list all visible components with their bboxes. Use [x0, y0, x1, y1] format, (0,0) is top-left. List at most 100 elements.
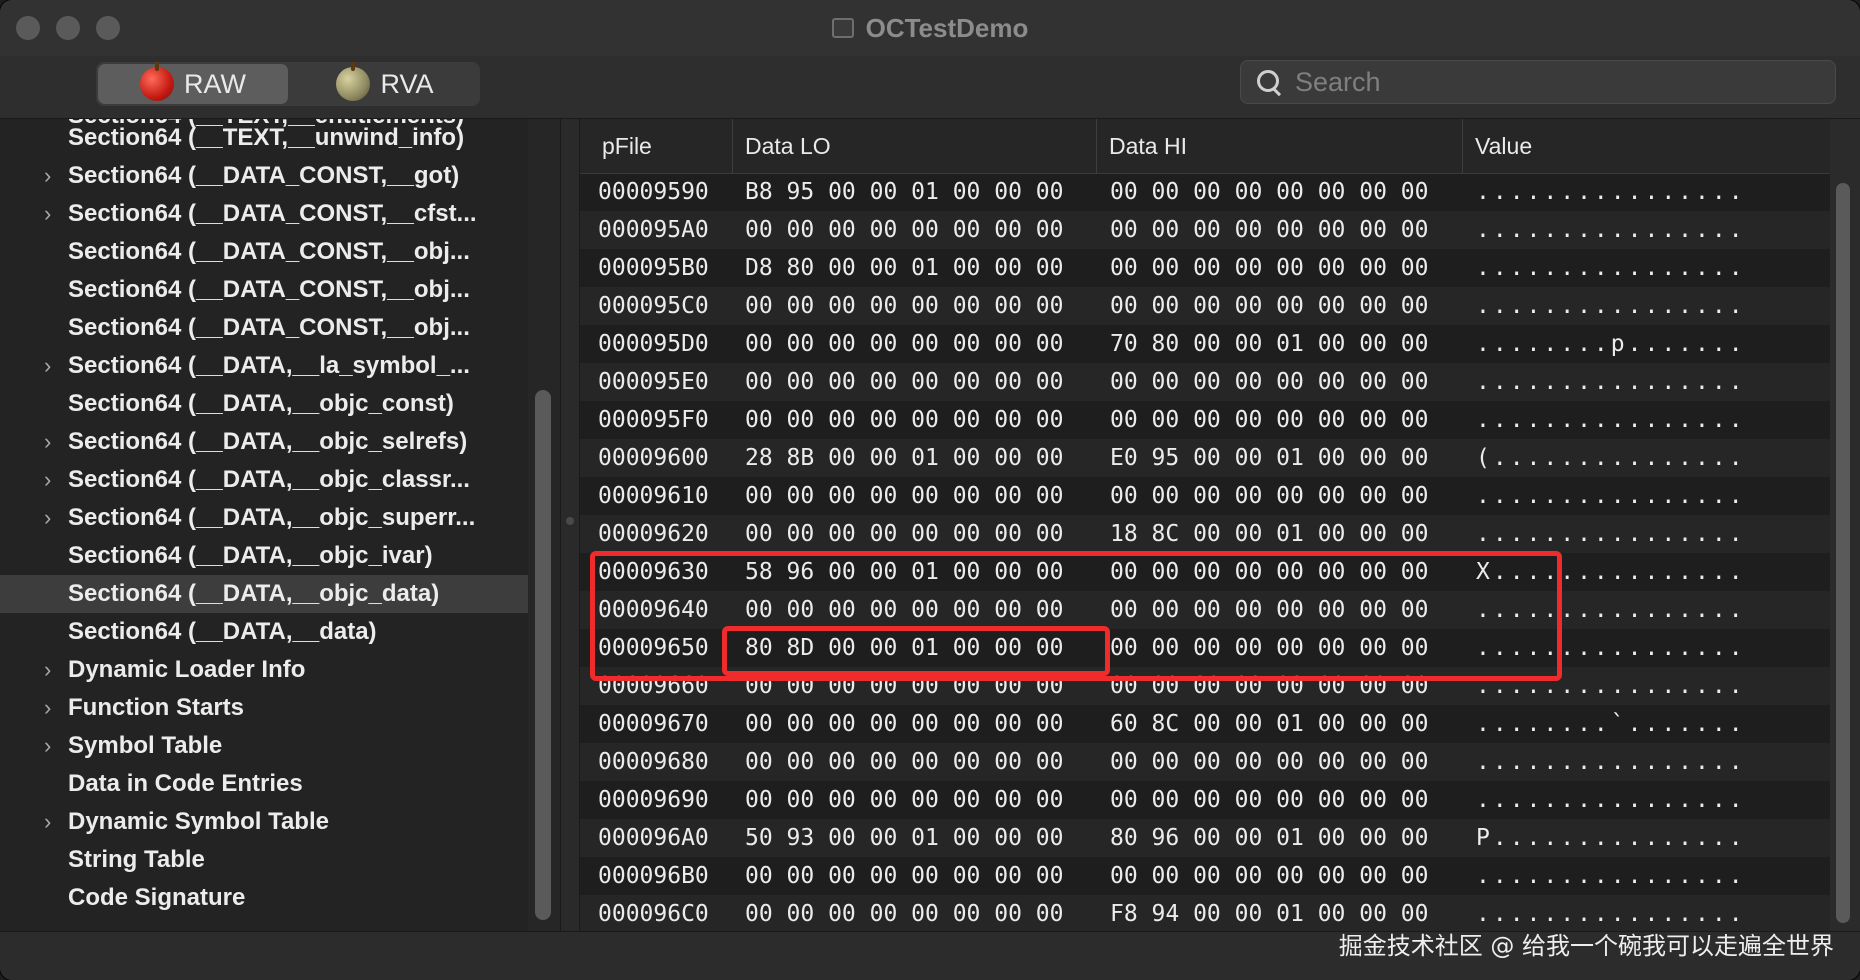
toolbar: RAW RVA: [0, 56, 1860, 119]
value-cell: (...............: [1476, 445, 1746, 471]
hex-table: pFile Data LO Data HI Value 00009590 B8 9…: [580, 119, 1830, 931]
rva-mode-button[interactable]: RVA: [290, 62, 480, 106]
table-row[interactable]: 000095A0 00 00 00 00 00 00 00 00 00 00 00 …: [580, 211, 1830, 249]
chevron-right-icon[interactable]: ›: [44, 423, 58, 461]
chevron-right-icon[interactable]: ›: [44, 803, 58, 841]
app-window: OCTestDemo RAW RVA Section64 (__TEXT,__e…: [0, 0, 1860, 980]
data-hi-cell: 00 00 00 00 00 00 00 00: [1110, 255, 1429, 281]
tree-item[interactable]: Section64 (__DATA,__data): [0, 613, 528, 651]
search-input[interactable]: [1293, 65, 1817, 99]
column-header-value[interactable]: Value: [1462, 119, 1824, 173]
data-lo-cell: 00 00 00 00 00 00 00 00: [745, 293, 1064, 319]
column-header-pfile[interactable]: pFile: [580, 119, 732, 173]
tree-item[interactable]: Section64 (__TEXT,__unwind_info): [0, 119, 528, 157]
value-cell: P...............: [1476, 825, 1746, 851]
search-field[interactable]: [1240, 60, 1836, 104]
tree-item[interactable]: Section64 (__DATA_CONST,__obj...: [0, 271, 528, 309]
title-bar: OCTestDemo: [0, 0, 1860, 57]
tree-item-label: Dynamic Loader Info: [68, 656, 306, 683]
tree-item[interactable]: › Section64 (__DATA,__objc_superr...: [0, 499, 528, 537]
tree-item[interactable]: › Dynamic Loader Info: [0, 651, 528, 689]
raw-mode-button[interactable]: RAW: [98, 62, 288, 104]
table-row[interactable]: 00009680 00 00 00 00 00 00 00 00 00 00 00 …: [580, 743, 1830, 781]
table-row[interactable]: 000096A0 50 93 00 00 01 00 00 00 80 96 00 …: [580, 819, 1830, 857]
chevron-right-icon[interactable]: ›: [44, 689, 58, 727]
table-row[interactable]: 000095E0 00 00 00 00 00 00 00 00 00 00 00 …: [580, 363, 1830, 401]
tree-item[interactable]: › Section64 (__DATA,__objc_selrefs): [0, 423, 528, 461]
pfile-cell: 00009600: [598, 445, 709, 471]
tree-item[interactable]: Section64 (__DATA,__objc_ivar): [0, 537, 528, 575]
window-title-group: OCTestDemo: [0, 0, 1860, 56]
table-row[interactable]: 000095C0 00 00 00 00 00 00 00 00 00 00 00 …: [580, 287, 1830, 325]
watermark-text: 掘金技术社区 @ 给我一个碗我可以走遍全世界: [1338, 932, 1834, 960]
tree-item-label: Section64 (__DATA_CONST,__obj...: [68, 314, 470, 341]
tree-item-label: Section64 (__DATA,__objc_classr...: [68, 466, 470, 493]
data-lo-cell: 00 00 00 00 00 00 00 00: [745, 749, 1064, 775]
pfile-cell: 00009590: [598, 179, 709, 205]
column-header-data-lo[interactable]: Data LO: [732, 119, 1096, 173]
tree-item-label: Section64 (__DATA,__objc_ivar): [68, 542, 433, 569]
chevron-right-icon[interactable]: ›: [44, 651, 58, 689]
tree-item-label: Data in Code Entries: [68, 770, 303, 797]
tree-item[interactable]: › Section64 (__DATA_CONST,__cfst...: [0, 195, 528, 233]
tree-item[interactable]: › Section64 (__DATA,__la_symbol_...: [0, 347, 528, 385]
tree-item-selected[interactable]: Section64 (__DATA,__objc_data): [0, 575, 528, 613]
data-hi-cell: 00 00 00 00 00 00 00 00: [1110, 787, 1429, 813]
table-row[interactable]: 00009670 00 00 00 00 00 00 00 00 60 8C 00 …: [580, 705, 1830, 743]
table-row[interactable]: 000095F0 00 00 00 00 00 00 00 00 00 00 00 …: [580, 401, 1830, 439]
split-view-divider[interactable]: [560, 119, 580, 931]
section-tree-sidebar: Section64 (__TEXT,__entitlements) Sectio…: [0, 119, 528, 931]
tree-item[interactable]: › Section64 (__DATA_CONST,__got): [0, 157, 528, 195]
data-lo-cell: 00 00 00 00 00 00 00 00: [745, 863, 1064, 889]
tree-item[interactable]: Section64 (__DATA_CONST,__obj...: [0, 309, 528, 347]
data-hi-cell: 00 00 00 00 00 00 00 00: [1110, 407, 1429, 433]
tree-item[interactable]: › Section64 (__DATA,__objc_classr...: [0, 461, 528, 499]
pfile-cell: 000096C0: [598, 901, 709, 927]
table-row[interactable]: 00009690 00 00 00 00 00 00 00 00 00 00 00 …: [580, 781, 1830, 819]
data-hi-cell: 70 80 00 00 01 00 00 00: [1110, 331, 1429, 357]
data-hi-cell: 00 00 00 00 00 00 00 00: [1110, 293, 1429, 319]
tree-item[interactable]: String Table: [0, 841, 528, 879]
tree-item[interactable]: › Function Starts: [0, 689, 528, 727]
data-lo-cell: 00 00 00 00 00 00 00 00: [745, 217, 1064, 243]
search-icon: [1255, 68, 1283, 96]
tree-item-label: Dynamic Symbol Table: [68, 808, 329, 835]
chevron-right-icon[interactable]: ›: [44, 461, 58, 499]
chevron-right-icon[interactable]: ›: [44, 727, 58, 765]
value-cell: ........p.......: [1476, 331, 1746, 357]
tree-item[interactable]: Section64 (__DATA,__objc_const): [0, 385, 528, 423]
table-row[interactable]: 00009610 00 00 00 00 00 00 00 00 00 00 00 …: [580, 477, 1830, 515]
table-row[interactable]: 00009620 00 00 00 00 00 00 00 00 18 8C 00 …: [580, 515, 1830, 553]
data-hi-cell: E0 95 00 00 01 00 00 00: [1110, 445, 1429, 471]
table-scrollbar[interactable]: [1836, 183, 1850, 923]
address-mode-segmented-control: RAW RVA: [96, 62, 480, 106]
divider-handle-icon[interactable]: [566, 517, 574, 525]
table-row[interactable]: 000096B0 00 00 00 00 00 00 00 00 00 00 00 …: [580, 857, 1830, 895]
tree-item[interactable]: › Symbol Table: [0, 727, 528, 765]
tree-item-label: Section64 (__DATA_CONST,__obj...: [68, 238, 470, 265]
data-lo-cell: 00 00 00 00 00 00 00 00: [745, 483, 1064, 509]
tree-item[interactable]: Section64 (__DATA_CONST,__obj...: [0, 233, 528, 271]
sidebar-scrollbar[interactable]: [535, 390, 551, 920]
value-cell: ................: [1476, 483, 1746, 509]
chevron-right-icon[interactable]: ›: [44, 347, 58, 385]
data-lo-cell: 00 00 00 00 00 00 00 00: [745, 521, 1064, 547]
tree-item[interactable]: Code Signature: [0, 879, 528, 917]
table-row[interactable]: 00009600 28 8B 00 00 01 00 00 00 E0 95 00 …: [580, 439, 1830, 477]
chevron-right-icon[interactable]: ›: [44, 157, 58, 195]
table-row[interactable]: 00009590 B8 95 00 00 01 00 00 00 00 00 00 …: [580, 173, 1830, 211]
tree-item-label: Symbol Table: [68, 732, 223, 759]
tree-item[interactable]: Data in Code Entries: [0, 765, 528, 803]
chevron-right-icon[interactable]: ›: [44, 499, 58, 537]
data-hi-cell: 00 00 00 00 00 00 00 00: [1110, 863, 1429, 889]
column-header-data-hi[interactable]: Data HI: [1096, 119, 1462, 173]
tree-item[interactable]: › Dynamic Symbol Table: [0, 803, 528, 841]
table-row[interactable]: 000095B0 D8 80 00 00 01 00 00 00 00 00 00 …: [580, 249, 1830, 287]
table-header: pFile Data LO Data HI Value: [580, 119, 1830, 174]
window-title: OCTestDemo: [865, 12, 1029, 43]
data-lo-cell: 00 00 00 00 00 00 00 00: [745, 787, 1064, 813]
table-row[interactable]: 000095D0 00 00 00 00 00 00 00 00 70 80 00 …: [580, 325, 1830, 363]
chevron-right-icon[interactable]: ›: [44, 195, 58, 233]
data-lo-cell: 00 00 00 00 00 00 00 00: [745, 901, 1064, 927]
value-cell: ................: [1476, 369, 1746, 395]
